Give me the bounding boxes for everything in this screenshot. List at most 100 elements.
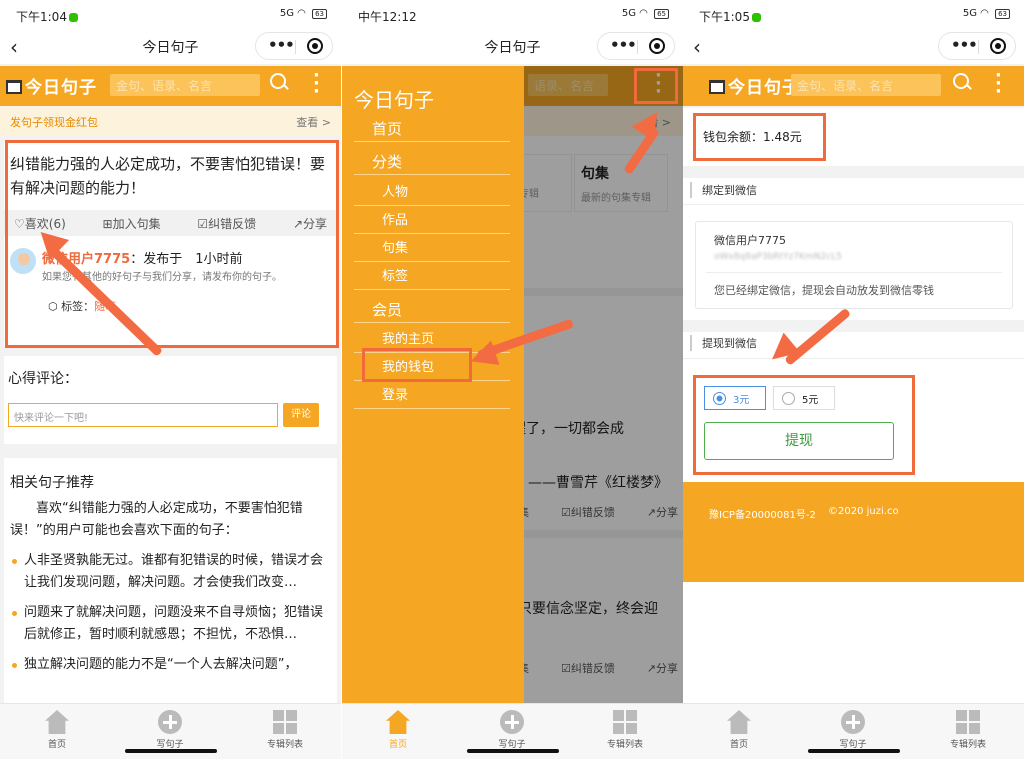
site-logo[interactable]: 今日句子 xyxy=(709,73,800,98)
signal-battery: 5G ◠ 63 xyxy=(963,8,1010,19)
site-header: 今日句子 金句、语录、名言 · · · xyxy=(0,66,341,106)
promo-more-link[interactable]: 查看 > xyxy=(296,114,331,130)
panel-sentence-detail: 下午1:04 5G ◠ 63 ‹ 今日句子 ••• 今日句子 金句、语录、名言 … xyxy=(0,0,341,759)
site-footer: 豫ICP备20000081号-2 ©2020 juzi.co xyxy=(683,482,1024,582)
bind-wechat-title: 绑定到微信 xyxy=(690,182,757,198)
search-icon[interactable] xyxy=(953,73,969,89)
title-bar: ‹ ••• xyxy=(683,30,1024,64)
drawer-item-works[interactable]: 作品 xyxy=(354,210,510,234)
status-bar: 中午12:12 5G ◠ 65 xyxy=(342,0,683,30)
status-time: 中午12:12 xyxy=(358,10,417,24)
battery-icon: 63 xyxy=(312,9,327,19)
drawer-title: 今日句子 xyxy=(354,88,434,112)
list-item[interactable]: 人非圣贤孰能无过。谁都有犯错误的时候，错误才会让我们发现问题，解决问题。才会使我… xyxy=(10,550,331,594)
comment-title: 心得评论： xyxy=(8,371,78,387)
wechat-icon xyxy=(68,13,78,22)
menu-kebab-icon[interactable]: · · · xyxy=(995,67,1002,101)
close-miniprogram-icon[interactable] xyxy=(990,38,1006,54)
signal-icon: 5G xyxy=(621,8,636,19)
tab-albums[interactable]: 专辑列表 xyxy=(928,710,1008,750)
home-icon xyxy=(386,710,410,734)
related-title: 相关句子推荐 xyxy=(10,475,94,491)
add-icon xyxy=(158,710,182,734)
home-indicator xyxy=(807,749,900,753)
home-indicator xyxy=(124,749,217,753)
icp-link[interactable]: 豫ICP备20000081号-2 xyxy=(709,506,816,521)
drawer-item-people[interactable]: 人物 xyxy=(354,182,510,206)
add-icon xyxy=(500,710,524,734)
tab-write[interactable]: 写句子 xyxy=(130,710,210,750)
home-icon xyxy=(45,710,69,734)
title-bar: ‹ 今日句子 ••• xyxy=(0,30,341,64)
status-bar: 下午1:05 5G ◠ 63 xyxy=(683,0,1024,30)
wechat-binding-card: 微信用户7775 oWx8q9aP3bRtYz7KmN2cL5 您已经绑定微信，… xyxy=(695,221,1013,309)
tab-albums[interactable]: 专辑列表 xyxy=(585,710,665,750)
annotation-box-balance xyxy=(693,113,826,161)
status-time: 下午1:05 xyxy=(699,8,761,25)
drawer-item-home[interactable]: 首页 xyxy=(354,118,510,142)
home-icon xyxy=(727,710,751,734)
miniprogram-capsule[interactable]: ••• xyxy=(255,32,333,60)
tab-home[interactable]: 首页 xyxy=(358,710,438,750)
search-input[interactable]: 金句、语录、名言 xyxy=(110,74,260,96)
status-bar: 下午1:04 5G ◠ 63 xyxy=(0,0,341,30)
annotation-box-wallet xyxy=(362,348,472,382)
more-dots-icon[interactable]: ••• xyxy=(610,36,637,54)
grid-icon xyxy=(613,710,637,734)
comment-input[interactable]: 快来评论一下吧! xyxy=(8,403,278,427)
promo-banner[interactable]: 发句子领现金红包 查看 > xyxy=(0,108,341,136)
drawer-item-category[interactable]: 分类 xyxy=(354,151,510,175)
search-icon[interactable] xyxy=(270,73,286,89)
book-icon xyxy=(709,80,725,94)
back-icon[interactable]: ‹ xyxy=(693,35,701,59)
drawer-item-collections[interactable]: 句集 xyxy=(354,238,510,262)
add-icon xyxy=(841,710,865,734)
tab-write[interactable]: 写句子 xyxy=(472,710,552,750)
signal-icon: 5G xyxy=(962,8,977,19)
close-miniprogram-icon[interactable] xyxy=(649,38,665,54)
close-miniprogram-icon[interactable] xyxy=(307,38,323,54)
list-item[interactable]: 独立解决问题的能力不是“一个人去解决问题”， xyxy=(10,654,331,676)
miniprogram-capsule[interactable]: ••• xyxy=(938,32,1016,60)
tab-albums[interactable]: 专辑列表 xyxy=(245,710,325,750)
wechat-openid: oWx8q9aP3bRtYz7KmN2cL5 xyxy=(714,252,842,262)
search-input[interactable]: 金句、语录、名言 xyxy=(791,74,941,96)
signal-icon: 5G xyxy=(279,8,294,19)
signal-battery: 5G ◠ 65 xyxy=(622,8,669,19)
list-item[interactable]: 问题来了就解决问题，问题没来不自寻烦恼；犯错误后就修正，暂时顺利就感恩；不担忧，… xyxy=(10,602,331,646)
title-bar: 今日句子 ••• xyxy=(342,30,683,64)
tab-write[interactable]: 写句子 xyxy=(813,710,893,750)
tab-home[interactable]: 首页 xyxy=(17,710,97,750)
comment-section: 心得评论： xyxy=(4,356,337,444)
more-dots-icon[interactable]: ••• xyxy=(951,36,978,54)
grid-icon xyxy=(273,710,297,734)
signal-battery: 5G ◠ 63 xyxy=(280,8,327,19)
menu-kebab-icon[interactable]: · · · xyxy=(313,67,320,101)
site-header: 今日句子 金句、语录、名言 · · · xyxy=(683,66,1024,106)
wechat-note: 您已经绑定微信，提现会自动放发到微信零钱 xyxy=(714,284,934,297)
battery-icon: 63 xyxy=(995,9,1010,19)
annotation-box-withdraw xyxy=(693,375,915,475)
annotation-box-kebab xyxy=(634,68,678,104)
battery-icon: 65 xyxy=(654,9,669,19)
drawer-item-member[interactable]: 会员 xyxy=(354,299,510,323)
panel-wallet: 下午1:05 5G ◠ 63 ‹ ••• 今日句子 金句、语录、名言 · · · 钱… xyxy=(683,0,1024,759)
wechat-username: 微信用户7775 xyxy=(714,234,786,247)
related-intro: 喜欢“纠错能力强的人必定成功，不要害怕犯错误！”的用户可能也会喜欢下面的句子： xyxy=(10,501,303,538)
drawer-item-tags[interactable]: 标签 xyxy=(354,266,510,290)
status-time: 下午1:04 xyxy=(16,8,78,25)
more-dots-icon[interactable]: ••• xyxy=(268,36,295,54)
side-drawer: 今日句子 首页 分类 人物 作品 句集 标签 会员 我的主页 我的钱包 登录 xyxy=(342,66,524,703)
site-logo[interactable]: 今日句子 xyxy=(6,73,97,98)
miniprogram-capsule[interactable]: ••• xyxy=(597,32,675,60)
grid-icon xyxy=(956,710,980,734)
comment-submit-button[interactable]: 评论 xyxy=(283,403,319,427)
panel-drawer-menu: 中午12:12 5G ◠ 65 今日句子 ••• 语录、名言 · · · 看 > 品… xyxy=(342,0,683,759)
tab-home[interactable]: 首页 xyxy=(699,710,779,750)
related-section: 相关句子推荐 喜欢“纠错能力强的人必定成功，不要害怕犯错误！”的用户可能也会喜欢… xyxy=(4,458,337,703)
home-indicator xyxy=(466,749,559,753)
book-icon xyxy=(6,80,22,94)
copyright-text: ©2020 juzi.co xyxy=(828,506,899,517)
wechat-icon xyxy=(751,13,761,22)
drawer-item-login[interactable]: 登录 xyxy=(354,385,510,409)
